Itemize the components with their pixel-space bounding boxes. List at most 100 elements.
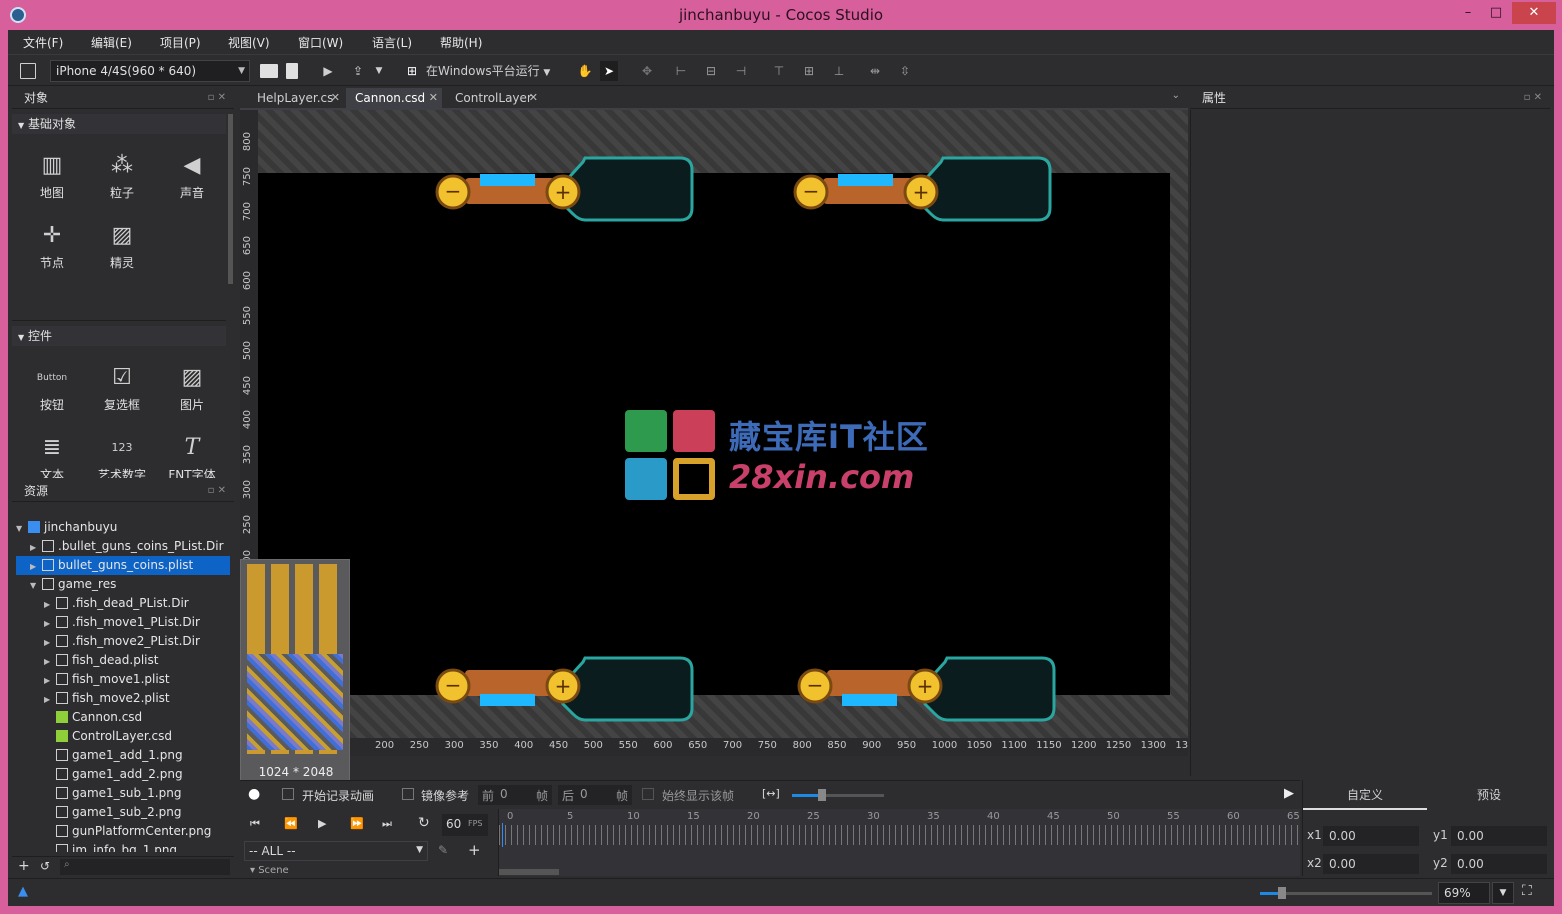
minimize-button[interactable]: – [1454,2,1482,24]
design-canvas[interactable]: 800 750 700 650 600 550 500 450 400 350 300 250 200 … [240,110,1188,756]
align-left-icon[interactable]: ⊢ [672,61,690,81]
control-text[interactable]: ≣ 文本 [22,430,82,478]
tabs-overflow-icon[interactable]: ⌄ [1172,90,1180,101]
distribute-horizontal-icon[interactable]: ⇹ [866,61,884,81]
tree-item[interactable]: ▶ fish_dead.plist [16,651,230,670]
tree-item[interactable]: ▶ .fish_dead_PList.Dir [16,594,230,613]
zoom-field[interactable]: 69% [1438,882,1490,904]
chevron-right-icon[interactable]: ▶ [44,652,56,670]
fps-field[interactable]: 60 FPS [442,814,488,836]
chevron-right-icon[interactable]: ▶ [44,614,56,632]
hand-tool-icon[interactable]: ✋ [576,61,594,81]
add-resource-icon[interactable]: + [18,858,30,874]
tree-item[interactable]: ▶ fish_move1.plist [16,670,230,689]
panel-controls-icon[interactable]: ▫ ✕ [208,87,226,109]
menu-file[interactable]: 文件(F) [23,34,63,51]
basic-objects-section[interactable]: ▼ 基础对象 [12,114,226,134]
control-art-number[interactable]: 123 艺术数字 [92,430,152,478]
prev-frame-icon[interactable]: ⏪ [284,817,298,830]
tree-item[interactable]: ControlLayer.csd [16,727,230,746]
timeline-zoom-slider[interactable] [792,789,884,801]
chevron-right-icon[interactable]: ▶ [44,690,56,708]
object-sound[interactable]: ◀ 声音 [162,148,222,208]
portrait-icon[interactable] [286,63,298,79]
chevron-right-icon[interactable]: ▶ [30,538,42,556]
object-particle[interactable]: ⁂ 粒子 [92,148,152,208]
warning-icon[interactable]: ▲ [18,884,28,899]
onion-prev-field[interactable]: 前 0 帧 [478,785,552,805]
tree-item[interactable]: ▶ .fish_move2_PList.Dir [16,632,230,651]
panel-controls-icon[interactable]: ▫ ✕ [1524,87,1542,109]
distribute-vertical-icon[interactable]: ⇳ [896,61,914,81]
menu-window[interactable]: 窗口(W) [298,34,343,51]
chevron-right-icon[interactable]: ▶ [30,557,42,575]
objects-scrollbar[interactable] [228,114,233,284]
timeline-frames[interactable]: 0 5 10 15 20 25 30 35 40 45 50 55 60 65 [498,809,1301,876]
timeline-scrollbar[interactable] [499,869,559,875]
align-hcenter-icon[interactable]: ⊟ [702,61,720,81]
menu-help[interactable]: 帮助(H) [440,34,482,51]
tree-item[interactable]: gunPlatformCenter.png [16,822,230,841]
fit-screen-icon[interactable]: ⛶ [1522,883,1532,899]
canvas-zoom-slider[interactable] [1260,887,1432,899]
next-frame-icon[interactable]: ⏩ [350,817,364,830]
tab-custom[interactable]: 自定义 [1303,780,1427,810]
chevron-right-icon[interactable]: ▶ [44,671,56,689]
tree-item[interactable]: game1_sub_2.png [16,803,230,822]
always-show-checkbox[interactable] [642,788,654,800]
mirror-checkbox[interactable] [402,788,414,800]
menu-project[interactable]: 项目(P) [160,34,201,51]
control-button[interactable]: Button 按钮 [22,360,82,420]
align-vcenter-icon[interactable]: ⊞ [800,61,818,81]
tree-item[interactable]: ▼ jinchanbuyu [16,518,230,537]
align-top-icon[interactable]: ⊤ [770,61,788,81]
edit-icon[interactable]: ✎ [438,843,448,857]
x1-field[interactable]: 0.00 [1323,826,1419,846]
x2-field[interactable]: 0.00 [1323,854,1419,874]
y2-field[interactable]: 0.00 [1451,854,1547,874]
last-frame-icon[interactable]: ⏭ [382,817,392,831]
onion-next-field[interactable]: 后 0 帧 [558,785,632,805]
canvas-zoom-thumb[interactable] [1278,887,1286,899]
tab-controllayer[interactable]: ControlLayer ✕ [446,88,542,108]
tab-cannon[interactable]: Cannon.csd ✕ [346,88,442,108]
new-device-icon[interactable] [20,63,36,79]
chevron-down-icon[interactable]: ▼ [16,519,28,537]
panel-controls-icon[interactable]: ▫ ✕ [208,480,226,502]
chevron-right-icon[interactable]: ▶ [44,595,56,613]
tab-preset[interactable]: 预设 [1427,780,1551,810]
tree-item[interactable]: ▶ fish_move2.plist [16,689,230,708]
play-icon[interactable]: ▶ [318,817,326,830]
tree-item[interactable]: game1_sub_1.png [16,784,230,803]
menu-language[interactable]: 语言(L) [372,34,412,51]
resource-search-input[interactable]: ⌕ [60,859,230,875]
close-button[interactable]: ✕ [1512,2,1556,24]
select-tool-icon[interactable]: ➤ [600,61,618,81]
keyframe-add-icon[interactable]: ● [248,786,260,802]
run-platform-button[interactable]: 在Windows平台运行 ▼ [426,61,556,81]
record-checkbox[interactable] [282,788,294,800]
layer-filter-select[interactable]: -- ALL -- ▼ [244,841,428,861]
scene-row[interactable]: ▾ Scene [250,865,289,876]
move-tool-icon[interactable]: ✥ [638,61,656,81]
play-preview-icon[interactable]: ▶ [1284,786,1294,801]
tree-item[interactable]: ▶ bullet_guns_coins.plist [16,556,230,575]
close-icon[interactable]: ✕ [429,88,438,108]
cannon-group-bottom-left[interactable]: − + [435,650,705,725]
tree-item[interactable]: im_info_bg_1.png [16,841,230,852]
chevron-right-icon[interactable]: ▶ [44,633,56,651]
y1-field[interactable]: 0.00 [1451,826,1547,846]
publish-icon[interactable]: ⇪ [348,61,368,81]
menu-view[interactable]: 视图(V) [228,34,270,51]
tree-item[interactable]: ▶ .fish_move1_PList.Dir [16,613,230,632]
publish-dropdown-icon[interactable]: ▼ [372,61,386,81]
object-sprite[interactable]: ▨ 精灵 [92,218,152,278]
playhead[interactable] [502,823,503,847]
zoom-slider-thumb[interactable] [818,789,826,801]
chevron-down-icon[interactable]: ▼ [30,576,42,594]
refresh-icon[interactable]: ↺ [40,859,50,873]
tree-item[interactable]: game1_add_2.png [16,765,230,784]
close-icon[interactable]: ✕ [529,88,538,108]
tree-item[interactable]: ▼ game_res [16,575,230,594]
landscape-icon[interactable] [260,64,278,78]
